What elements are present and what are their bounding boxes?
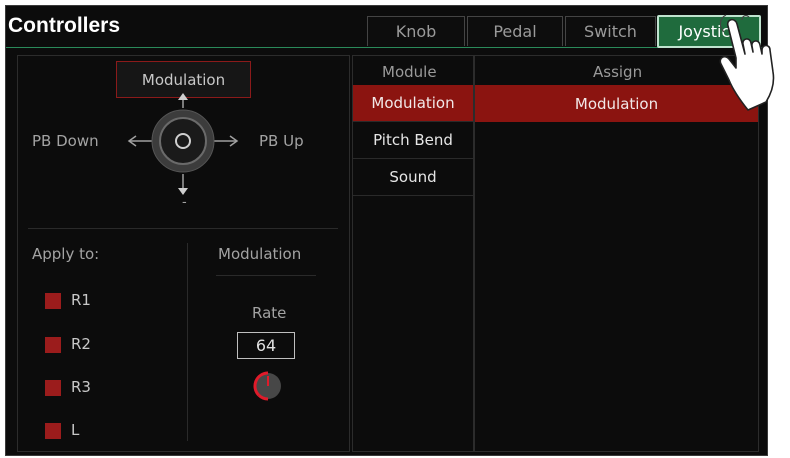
part-r1-label: R1 bbox=[71, 291, 91, 309]
module-item-modulation[interactable]: Modulation bbox=[353, 85, 473, 122]
hand-pointer-icon bbox=[719, 14, 775, 111]
assign-column-header: Assign bbox=[593, 63, 643, 81]
pb-down-label: PB Down bbox=[32, 132, 99, 150]
modulation-title: Modulation bbox=[218, 245, 302, 263]
pb-up-label: PB Up bbox=[259, 132, 304, 150]
arrow-down-icon bbox=[178, 174, 188, 195]
modulation-underline bbox=[216, 275, 316, 276]
controllers-screen: Controllers Knob Pedal Switch Joystick M… bbox=[5, 5, 768, 456]
section-divider bbox=[28, 228, 338, 229]
joystick-down-assignment[interactable]: - bbox=[182, 195, 187, 210]
tab-switch[interactable]: Switch bbox=[565, 16, 656, 46]
joystick-knob-icon bbox=[151, 109, 215, 173]
apply-to-title: Apply to: bbox=[32, 245, 100, 263]
tab-knob[interactable]: Knob bbox=[367, 16, 465, 46]
part-r2-checkbox[interactable] bbox=[45, 337, 61, 353]
module-item-sound[interactable]: Sound bbox=[353, 159, 473, 196]
arrow-left-icon bbox=[127, 135, 153, 147]
column-divider bbox=[187, 243, 188, 441]
arrow-up-icon bbox=[178, 93, 188, 108]
part-r3-checkbox[interactable] bbox=[45, 380, 61, 396]
rate-label: Rate bbox=[252, 304, 287, 322]
part-l-checkbox[interactable] bbox=[45, 423, 61, 439]
rate-knob-icon[interactable] bbox=[248, 366, 288, 406]
part-r1-checkbox[interactable] bbox=[45, 293, 61, 309]
part-l-label: L bbox=[71, 421, 80, 439]
part-r2-label: R2 bbox=[71, 335, 91, 353]
page-title: Controllers bbox=[8, 14, 121, 37]
header-divider bbox=[6, 47, 767, 48]
arrow-right-icon bbox=[213, 135, 239, 147]
tab-pedal[interactable]: Pedal bbox=[467, 16, 563, 46]
module-column-header: Module bbox=[382, 63, 437, 81]
module-item-pitch-bend[interactable]: Pitch Bend bbox=[353, 122, 473, 159]
module-list-panel: Module Modulation Pitch Bend Sound bbox=[352, 55, 474, 452]
part-r3-label: R3 bbox=[71, 378, 91, 396]
joystick-panel: Modulation PB Down PB Up - Apply to: R1 … bbox=[17, 55, 350, 452]
rate-value-field[interactable]: 64 bbox=[237, 332, 295, 359]
